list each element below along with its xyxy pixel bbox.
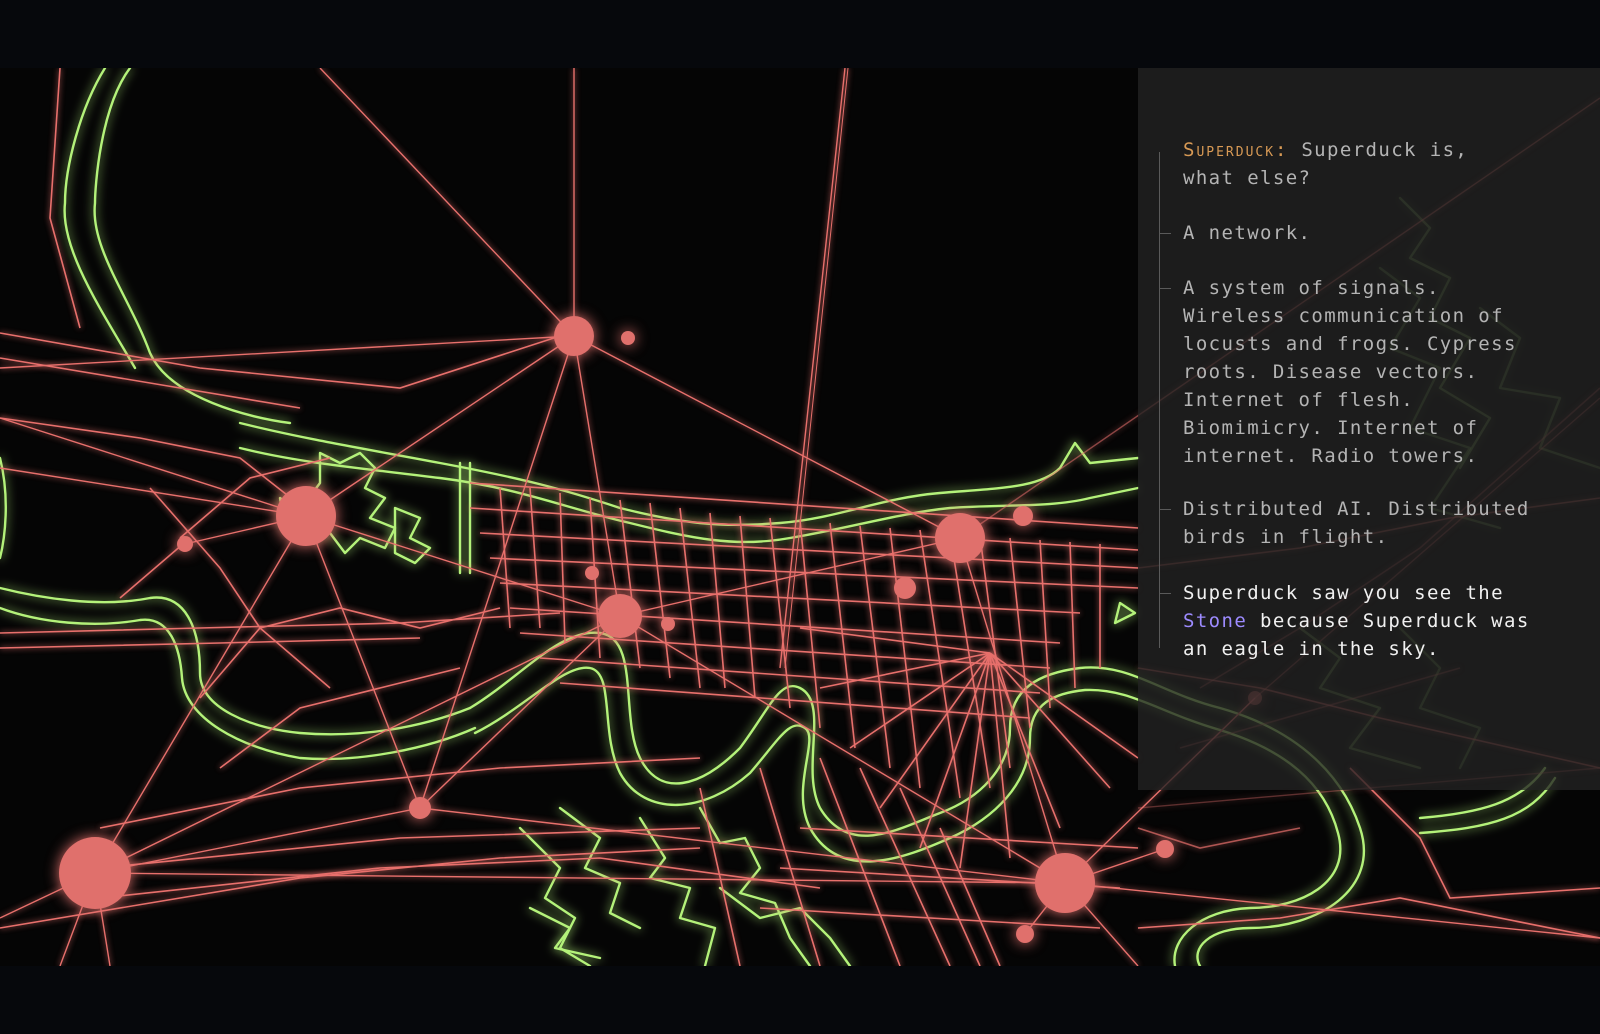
dialogue-line-current: Superduck saw you see the Stone because … xyxy=(1183,579,1583,663)
network-node xyxy=(554,316,594,356)
network-node xyxy=(409,797,431,819)
dialogue-line: A system of signals. Wireless communicat… xyxy=(1183,277,1517,467)
network-node xyxy=(177,536,193,552)
dialogue-rail xyxy=(1159,152,1160,648)
network-node xyxy=(661,617,675,631)
network-node xyxy=(1156,840,1174,858)
network-node xyxy=(935,513,985,563)
network-node xyxy=(1013,506,1033,526)
dialogue-text: Superduck saw you see the xyxy=(1183,582,1504,604)
dialogue-tick xyxy=(1159,288,1171,289)
dialogue-line: Superduck: Superduck is, what else? xyxy=(1183,136,1583,192)
speaker-name: Superduck: xyxy=(1183,139,1289,161)
dialogue-tick xyxy=(1159,509,1171,510)
network-node xyxy=(621,331,635,345)
network-node xyxy=(276,486,336,546)
dialogue-tick xyxy=(1159,593,1171,594)
letterbox-top xyxy=(0,0,1600,68)
letterbox-bottom xyxy=(0,966,1600,1034)
stone-link[interactable]: Stone xyxy=(1183,610,1247,632)
network-node xyxy=(598,594,642,638)
network-node xyxy=(1016,925,1034,943)
network-node xyxy=(59,837,131,909)
network-node xyxy=(1035,853,1095,913)
network-node xyxy=(894,577,916,599)
dialogue-line: Distributed AI. Distributed birds in fli… xyxy=(1183,498,1530,548)
dialogue-panel: Superduck: Superduck is, what else? A ne… xyxy=(1138,68,1600,790)
dialogue-line: A network. xyxy=(1183,222,1312,244)
game-screen: Superduck: Superduck is, what else? A ne… xyxy=(0,0,1600,1034)
network-node xyxy=(585,566,599,580)
dialogue-tick xyxy=(1159,233,1171,234)
